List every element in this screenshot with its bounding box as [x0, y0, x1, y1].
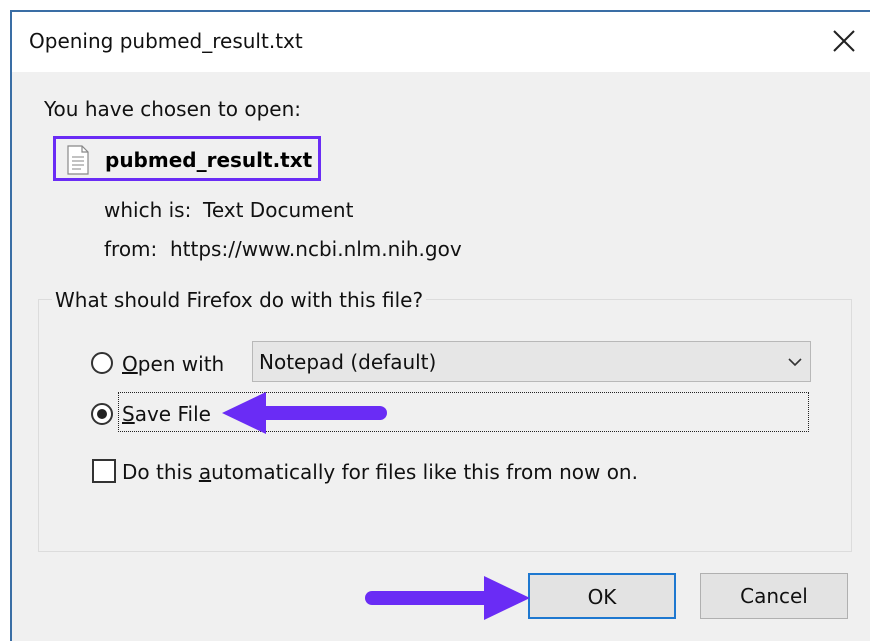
open-with-radio[interactable] [91, 352, 113, 374]
open-prompt: You have chosen to open: [44, 97, 302, 121]
window-title: Opening pubmed_result.txt [29, 29, 303, 53]
file-name-highlight: pubmed_result.txt [53, 136, 321, 181]
auto-action-checkbox[interactable] [92, 459, 116, 483]
title-bar: Opening pubmed_result.txt [12, 12, 870, 72]
text-file-icon [65, 145, 91, 175]
radio-selected-dot [97, 409, 107, 419]
open-with-app-value: Notepad (default) [259, 350, 437, 374]
ok-button[interactable]: OK [528, 573, 676, 619]
auto-action-label[interactable]: Do this automatically for files like thi… [122, 460, 638, 484]
file-name: pubmed_result.txt [105, 148, 313, 172]
arrow-right-icon [365, 576, 530, 620]
file-source-label: from: [104, 237, 158, 261]
file-source-value: https://www.ncbi.nlm.nih.gov [170, 237, 462, 261]
open-with-app-select[interactable]: Notepad (default) [252, 341, 811, 382]
action-question: What should Firefox do with this file? [52, 288, 427, 312]
open-with-label[interactable]: Open with [122, 352, 224, 376]
save-file-label[interactable]: Save File [122, 402, 211, 426]
arrow-left-icon [222, 392, 387, 434]
file-open-dialog: Opening pubmed_result.txt You have chose… [10, 10, 870, 641]
chevron-down-icon [788, 352, 802, 371]
file-type-value: Text Document [203, 198, 354, 222]
close-icon[interactable] [826, 24, 862, 60]
save-file-radio[interactable] [91, 403, 113, 425]
file-type-label: which is: [104, 198, 192, 222]
cancel-button[interactable]: Cancel [700, 573, 848, 619]
